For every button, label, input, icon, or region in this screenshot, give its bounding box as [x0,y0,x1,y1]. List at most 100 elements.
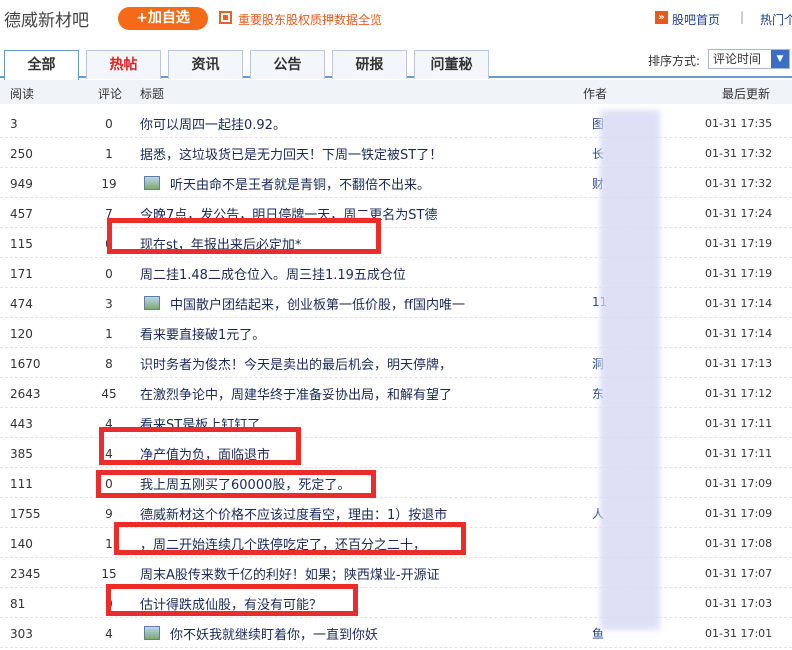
dropdown-arrow-icon[interactable]: ▼ [771,50,789,68]
read-count: 250 [10,147,33,161]
tab-announcements[interactable]: 公告 [250,50,325,79]
last-update-time: 01-31 17:14 [705,297,773,310]
comment-count: 9 [105,507,113,521]
sort-label: 排序方式: [648,54,701,68]
read-count: 1755 [10,507,41,521]
add-watchlist-button[interactable]: +加自选 [118,7,208,30]
post-title-link[interactable]: 在激烈争论中，周建华终于准备妥协出局，和解有望了 [140,384,452,403]
comment-count: 45 [101,387,117,401]
last-update-time: 01-31 17:11 [705,417,773,430]
post-title-link[interactable]: 中国散户团结起来，创业板第一低价股，ff国内唯一 [170,294,465,313]
hot-stocks-link[interactable]: 热门个股 [760,11,792,28]
last-update-time: 01-31 17:08 [705,537,773,550]
sort-value: 评论时间 [713,52,762,66]
tab-research[interactable]: 研报 [332,50,407,79]
last-update-time: 01-31 17:13 [705,357,773,370]
table-row: 303 4 你不妖我就继续盯着你，一直到你妖鱼 01-31 17:01 [0,618,792,648]
col-read: 阅读 [10,87,35,101]
image-icon [144,176,160,190]
col-comment: 评论 [98,87,123,101]
tab-all[interactable]: 全部 [4,50,79,80]
post-title-link[interactable]: 德威新材这个价格不应该过度看空，理由：1）按退市 [140,504,447,523]
last-update-time: 01-31 17:09 [705,507,773,520]
comment-count: 3 [105,297,113,311]
read-count: 474 [10,297,33,311]
last-update-time: 01-31 17:09 [705,477,773,490]
post-title-link[interactable]: 识时务者为俊杰！今天是卖出的最后机会，明天停牌， [140,354,452,373]
read-count: 385 [10,447,33,461]
read-count: 3 [10,117,18,131]
highlight-box-4 [114,522,466,555]
read-count: 120 [10,327,33,341]
last-update-time: 01-31 17:14 [705,327,773,340]
col-author: 作者 [583,87,608,101]
table-header: 阅读 评论 标题 作者 最后更新 [0,80,792,104]
guba-home-link[interactable]: 股吧首页 [672,11,720,28]
table-row: 250 1 据悉，这垃圾货已是无力回天！下周一铁定被ST了！长 01-31 17:32 [0,138,792,168]
post-title-link[interactable]: 据悉，这垃圾货已是无力回天！下周一铁定被ST了！ [140,144,442,163]
author-redaction [600,110,660,630]
sort-select[interactable]: 评论时间 ▼ [708,49,790,69]
table-row: 171 0 周二挂1.48二成仓位入。周三挂1.19五成仓位 01-31 17:19 [0,258,792,288]
read-count: 443 [10,417,33,431]
last-update-time: 01-31 17:12 [705,387,773,400]
comment-count: 0 [105,117,113,131]
comment-count: 8 [105,357,113,371]
last-update-time: 01-31 17:11 [705,447,773,460]
read-count: 2345 [10,567,41,581]
col-updated: 最后更新 [722,87,771,101]
read-count: 81 [10,597,26,611]
last-update-time: 01-31 17:19 [705,267,773,280]
post-title-link[interactable]: 听天由命不是王者就是青铜，不翻倍不出来。 [170,174,430,193]
highlight-box-3 [96,470,376,498]
header-separator: | [740,10,745,24]
pledge-data-link[interactable]: 重要股东股权质押数据全览 [238,11,382,28]
col-title: 标题 [140,87,165,101]
read-count: 2643 [10,387,41,401]
image-icon [144,626,160,640]
comment-count: 19 [101,177,117,191]
table-row: 1670 8 识时务者为俊杰！今天是卖出的最后机会，明天停牌，洞 01-31 17:1… [0,348,792,378]
tab-news[interactable]: 资讯 [168,50,243,79]
read-count: 115 [10,237,33,251]
post-title-link[interactable]: 周末A股传来数千亿的利好！如果；陕西煤业-开源证 [140,564,440,583]
last-update-time: 01-31 17:01 [705,627,773,640]
read-count: 303 [10,627,33,641]
table-row: 3 0 你可以周四一起挂0.92。图 01-31 17:35 [0,108,792,138]
highlight-box-1 [107,218,381,254]
last-update-time: 01-31 17:35 [705,117,773,130]
tab-ask-secretary[interactable]: 问董秘 [414,50,489,79]
comment-count: 15 [101,567,117,581]
comment-count: 4 [105,627,113,641]
read-count: 111 [10,477,33,491]
comment-count: 0 [105,267,113,281]
last-update-time: 01-31 17:32 [705,177,773,190]
comment-count: 1 [105,327,113,341]
tab-hot[interactable]: 热帖 [86,50,161,79]
post-title-link[interactable]: 看来要直接破1元了。 [140,324,265,343]
image-icon [144,296,160,310]
last-update-time: 01-31 17:24 [705,207,773,220]
last-update-time: 01-31 17:32 [705,147,773,160]
last-update-time: 01-31 17:07 [705,567,773,580]
last-update-time: 01-31 17:19 [705,237,773,250]
read-count: 949 [10,177,33,191]
table-row: 4743中国散户团结起来，创业板第一低价股，ff国内唯一1101-31 17:1… [0,288,792,318]
read-count: 171 [10,267,33,281]
notice-icon [219,11,232,24]
guba-logo-icon: » [655,11,668,24]
read-count: 1670 [10,357,41,371]
post-title-link[interactable]: 周二挂1.48二成仓位入。周三挂1.19五成仓位 [140,264,406,283]
read-count: 140 [10,537,33,551]
post-title-link[interactable]: 你可以周四一起挂0.92。 [140,114,286,133]
bar-title[interactable]: 德威新材吧 [4,6,89,31]
header: 德威新材吧 +加自选 重要股东股权质押数据全览 » 股吧首页 | 热门个股 [0,0,792,38]
highlight-box-2 [99,427,301,465]
table-row: 120 1 看来要直接破1元了。 01-31 17:14 [0,318,792,348]
table-row: 2643 45 在激烈争论中，周建华终于准备妥协出局，和解有望了东 01-31 17:… [0,378,792,408]
highlight-box-5 [106,584,358,616]
read-count: 457 [10,207,33,221]
post-title-link[interactable]: 你不妖我就继续盯着你，一直到你妖 [170,624,378,643]
table-row: 949 19 听天由命不是王者就是青铜，不翻倍不出来。财 01-31 17:32 [0,168,792,198]
last-update-time: 01-31 17:03 [705,597,773,610]
